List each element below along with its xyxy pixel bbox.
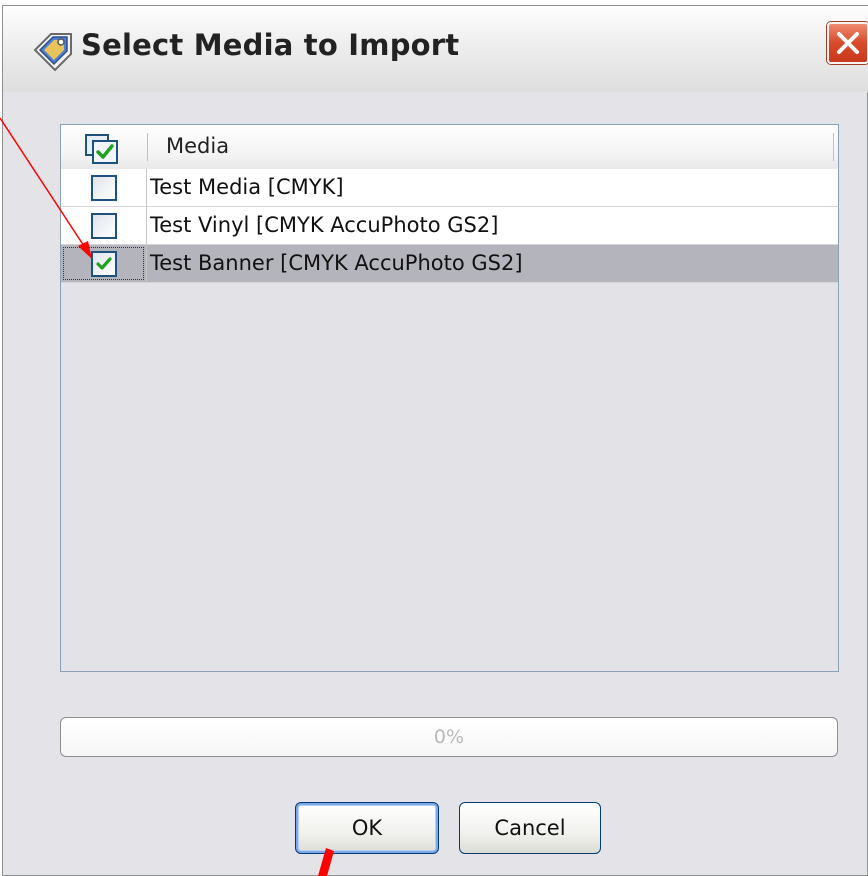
cell-divider <box>146 245 147 283</box>
select-all-checkbox[interactable] <box>85 134 119 164</box>
column-header-media[interactable]: Media <box>166 134 229 158</box>
cell-divider <box>146 207 147 245</box>
list-item[interactable]: Test Media [CMYK] <box>61 169 838 207</box>
header-divider <box>147 133 148 161</box>
media-label: Test Media [CMYK] <box>150 175 344 199</box>
cell-divider <box>146 169 147 207</box>
list-item[interactable]: Test Vinyl [CMYK AccuPhoto GS2] <box>61 207 838 245</box>
header-divider <box>833 133 834 161</box>
import-progress-bar: 0% <box>60 717 838 757</box>
checkmark-icon <box>96 257 112 270</box>
media-tag-icon <box>31 28 75 72</box>
import-dialog: Select Media to Import Media Test Media … <box>2 5 868 876</box>
media-label: Test Banner [CMYK AccuPhoto GS2] <box>150 251 523 275</box>
media-checkbox[interactable] <box>91 251 117 277</box>
ok-button[interactable]: OK <box>295 802 439 854</box>
list-header: Media <box>61 125 838 170</box>
progress-text: 0% <box>433 726 465 748</box>
media-checkbox[interactable] <box>91 175 117 201</box>
dialog-client-area: Media Test Media [CMYK] Test Vinyl [CMYK… <box>3 92 867 875</box>
list-item[interactable]: Test Banner [CMYK AccuPhoto GS2] <box>61 245 838 283</box>
window-title: Select Media to Import <box>81 28 460 62</box>
media-list[interactable]: Media Test Media [CMYK] Test Vinyl [CMYK… <box>60 124 839 672</box>
close-icon <box>837 32 859 54</box>
title-bar[interactable]: Select Media to Import <box>3 6 868 93</box>
cancel-button[interactable]: Cancel <box>459 802 601 854</box>
close-button[interactable] <box>827 22 868 64</box>
media-checkbox[interactable] <box>91 213 117 239</box>
media-label: Test Vinyl [CMYK AccuPhoto GS2] <box>150 213 499 237</box>
